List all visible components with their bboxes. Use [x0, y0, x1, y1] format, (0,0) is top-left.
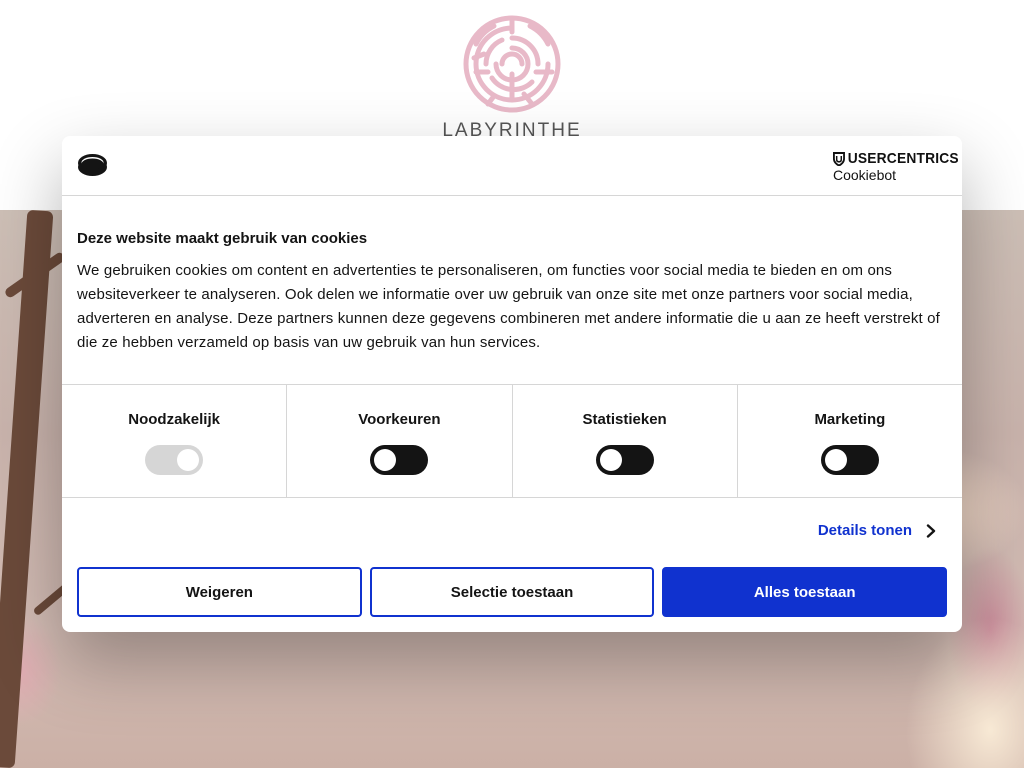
toggle-knob — [374, 449, 397, 471]
category-necessary: Noodzakelijk — [62, 385, 288, 497]
category-label: Voorkeuren — [358, 411, 441, 428]
dialog-header: USERCENTRICS Cookiebot — [62, 136, 962, 196]
category-label: Marketing — [814, 411, 886, 428]
chevron-right-icon — [926, 523, 936, 538]
show-details-link[interactable]: Details tonen — [818, 522, 936, 539]
toggle-knob — [824, 449, 847, 471]
cookie-consent-dialog: USERCENTRICS Cookiebot Deze website maak… — [62, 136, 962, 632]
show-details-label: Details tonen — [817, 522, 912, 539]
dialog-body: Deze website maakt gebruik van cookies W… — [77, 230, 947, 355]
labyrinth-logo-icon[interactable] — [462, 14, 562, 114]
usercentrics-cookiebot-logo[interactable]: USERCENTRICS Cookiebot — [833, 150, 959, 184]
dialog-description: We gebruiken cookies om content en adver… — [77, 262, 940, 351]
category-statistics: Statistieken — [513, 385, 738, 497]
cookie-icon — [78, 154, 107, 176]
allow-selection-button[interactable]: Selectie toestaan — [369, 567, 655, 617]
cookiebot-wordmark: Cookiebot — [833, 167, 897, 183]
toggle-knob — [177, 449, 200, 471]
cookie-category-toggles: Noodzakelijk Voorkeuren Statistieken Mar… — [62, 384, 962, 498]
usercentrics-wordmark: USERCENTRICS — [847, 150, 959, 167]
category-label: Statistieken — [582, 411, 667, 428]
consent-buttons: Weigeren Selectie toestaan Alles toestaa… — [77, 567, 948, 617]
preferences-toggle[interactable] — [370, 445, 429, 475]
category-marketing: Marketing — [738, 385, 962, 497]
deny-button[interactable]: Weigeren — [77, 567, 362, 617]
category-label: Noodzakelijk — [128, 411, 220, 428]
marketing-toggle[interactable] — [820, 445, 879, 475]
statistics-toggle[interactable] — [595, 445, 654, 475]
toggle-knob — [599, 449, 622, 471]
shield-icon — [833, 151, 845, 166]
allow-all-button[interactable]: Alles toestaan — [662, 567, 948, 617]
category-preferences: Voorkeuren — [287, 385, 513, 497]
necessary-toggle — [145, 445, 204, 475]
dialog-title: Deze website maakt gebruik van cookies — [77, 230, 368, 247]
